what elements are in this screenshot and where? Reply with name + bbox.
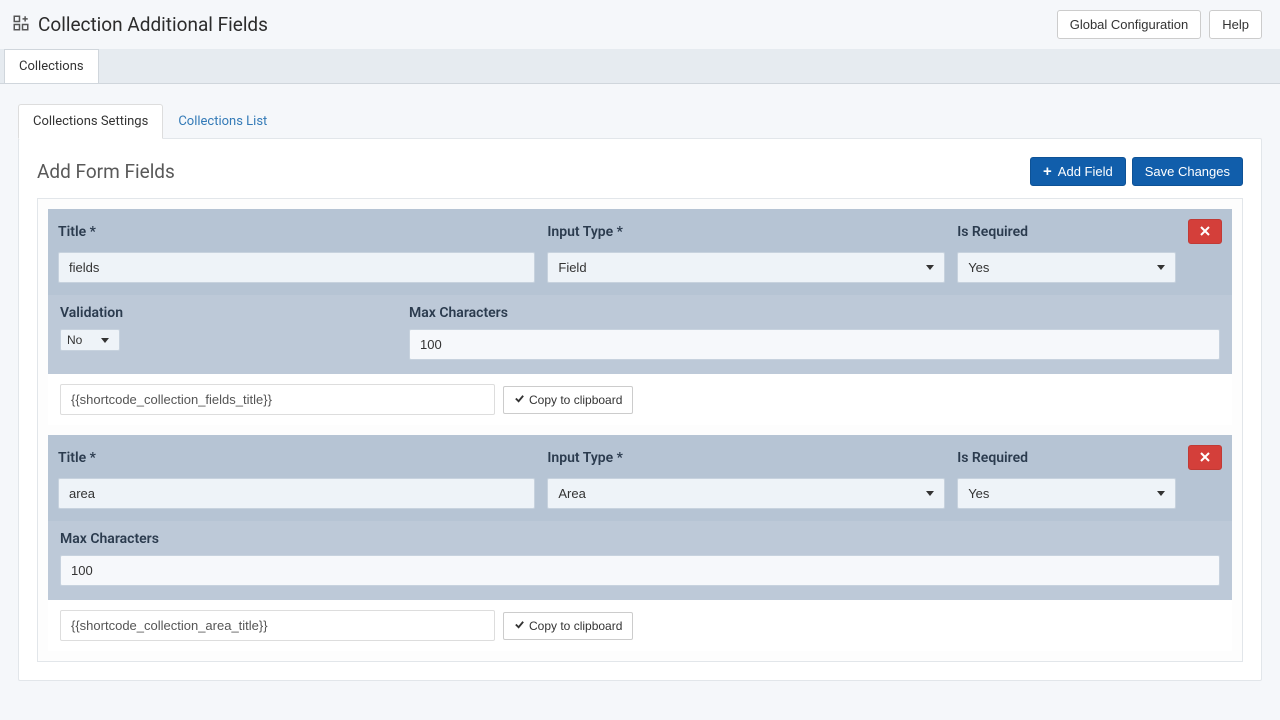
header-actions: Global Configuration Help — [1057, 10, 1262, 39]
page-header: Collection Additional Fields Global Conf… — [0, 0, 1280, 49]
panel-actions: Add Field Save Changes — [1030, 157, 1243, 186]
fields-container: Title * Input Type * Is Required — [37, 198, 1243, 662]
help-button[interactable]: Help — [1209, 10, 1262, 39]
plus-icon — [1043, 164, 1052, 179]
add-field-label: Add Field — [1058, 164, 1113, 179]
input-type-select[interactable]: Field — [547, 252, 945, 283]
label-is-required: Is Required — [957, 224, 1176, 240]
label-input-type: Input Type * — [547, 224, 945, 240]
close-icon — [1200, 224, 1210, 239]
shortcode-row: Copy to clipboard — [48, 374, 1232, 425]
panel-form-fields: Add Form Fields Add Field Save Changes T… — [18, 138, 1262, 681]
check-icon — [514, 393, 525, 407]
panel-header: Add Form Fields Add Field Save Changes — [37, 157, 1243, 186]
secondary-tabs: Collections Settings Collections List — [18, 104, 1262, 139]
panel-title: Add Form Fields — [37, 160, 175, 183]
input-type-select[interactable]: Area — [547, 478, 945, 509]
title-input[interactable] — [58, 478, 535, 509]
field-headers: Title * Input Type * Is Required — [48, 209, 1232, 252]
page-title-wrap: Collection Additional Fields — [12, 13, 268, 36]
label-max-chars: Max Characters — [60, 531, 1220, 547]
global-config-button[interactable]: Global Configuration — [1057, 10, 1202, 39]
label-is-required: Is Required — [957, 450, 1176, 466]
shortcode-input[interactable] — [60, 384, 495, 415]
is-required-select[interactable]: Yes — [957, 478, 1176, 509]
copy-clipboard-button[interactable]: Copy to clipboard — [503, 386, 633, 414]
save-changes-button[interactable]: Save Changes — [1132, 157, 1243, 186]
copy-label: Copy to clipboard — [529, 393, 622, 407]
max-chars-input[interactable] — [60, 555, 1220, 586]
label-max-chars: Max Characters — [409, 305, 1220, 321]
grid-plus-icon — [12, 14, 30, 36]
validation-select[interactable]: No — [60, 329, 120, 351]
field-card: Title * Input Type * Is Required — [48, 209, 1232, 425]
field-inputs: Field Yes — [48, 252, 1232, 295]
field-inputs: Area Yes — [48, 478, 1232, 521]
page-title: Collection Additional Fields — [38, 13, 268, 36]
label-title: Title * — [58, 224, 535, 240]
tab-collections-settings[interactable]: Collections Settings — [18, 104, 163, 139]
copy-label: Copy to clipboard — [529, 619, 622, 633]
close-icon — [1200, 450, 1210, 465]
title-input[interactable] — [58, 252, 535, 283]
tab-collections[interactable]: Collections — [4, 49, 99, 83]
label-validation: Validation — [60, 305, 395, 321]
sub-settings: Validation No Max Characters — [48, 295, 1232, 374]
add-field-button[interactable]: Add Field — [1030, 157, 1126, 186]
shortcode-row: Copy to clipboard — [48, 600, 1232, 651]
is-required-select[interactable]: Yes — [957, 252, 1176, 283]
primary-tabs: Collections — [0, 49, 1280, 84]
tab-collections-list[interactable]: Collections List — [163, 104, 282, 139]
copy-clipboard-button[interactable]: Copy to clipboard — [503, 612, 633, 640]
delete-field-button[interactable] — [1188, 219, 1222, 244]
max-chars-input[interactable] — [409, 329, 1220, 360]
label-title: Title * — [58, 450, 535, 466]
delete-field-button[interactable] — [1188, 445, 1222, 470]
check-icon — [514, 619, 525, 633]
sub-settings: Max Characters — [48, 521, 1232, 600]
field-card: Title * Input Type * Is Required — [48, 435, 1232, 651]
shortcode-input[interactable] — [60, 610, 495, 641]
field-headers: Title * Input Type * Is Required — [48, 435, 1232, 478]
content-wrapper: Collections Settings Collections List Ad… — [0, 84, 1280, 701]
label-input-type: Input Type * — [547, 450, 945, 466]
